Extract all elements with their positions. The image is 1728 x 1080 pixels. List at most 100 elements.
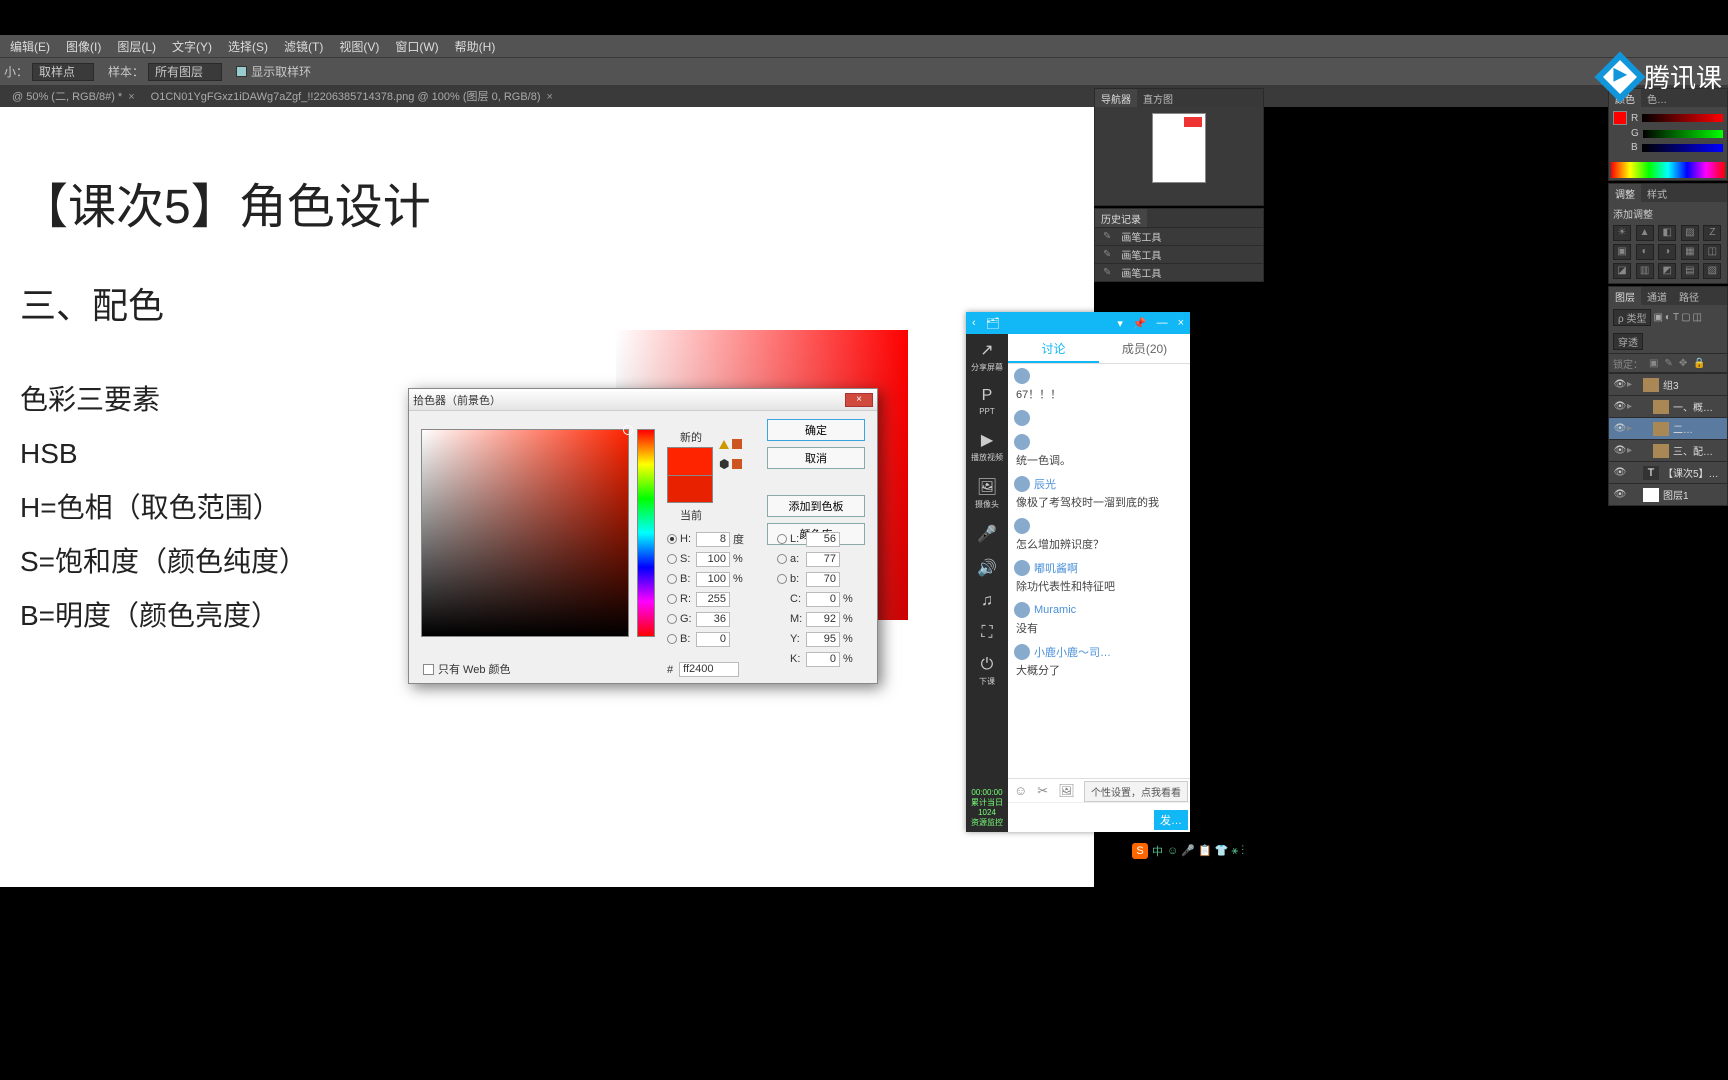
visibility-icon[interactable]: 👁 [1613,423,1627,434]
layer-row[interactable]: 👁▸一、概… [1609,395,1727,417]
b-radio[interactable] [667,574,677,584]
sogou-ime-icon[interactable]: S [1132,843,1148,859]
visibility-icon[interactable]: 👁 [1613,445,1627,456]
b2-radio[interactable] [667,634,677,644]
adjust-icon[interactable]: ◑ [1658,244,1676,260]
scissors-icon[interactable]: ✂ [1037,783,1048,799]
close-icon[interactable]: × [1178,317,1184,329]
menu-window[interactable]: 窗口(W) [387,38,446,55]
visibility-icon[interactable]: 👁 [1613,467,1627,478]
h-radio[interactable] [667,534,677,544]
web-only-checkbox[interactable] [423,664,434,675]
camera-button[interactable]: 🖼摄像头 [975,477,999,510]
fold-icon[interactable]: ▸ [1627,445,1639,456]
blend-mode-dropdown[interactable]: 穿透 [1613,333,1643,350]
b-input[interactable]: 100 [696,572,730,587]
adjust-icon[interactable]: ▨ [1681,225,1699,241]
history-tab[interactable]: 历史记录 [1095,209,1147,227]
music-button[interactable]: ♫ [981,592,993,610]
adjust-icon[interactable]: ▦ [1681,244,1699,260]
chat-input-area[interactable]: 个性设置，点我看看 发… [1008,802,1190,832]
discuss-tab[interactable]: 讨论 [1008,334,1099,363]
fullscreen-button[interactable]: ⛶ [981,624,992,642]
image-icon[interactable]: 🖼 [1058,783,1075,799]
visibility-icon[interactable]: 👁 [1613,379,1627,390]
k-input[interactable]: 0 [806,652,840,667]
history-item[interactable]: 画笔工具 [1095,227,1263,245]
share-screen-button[interactable]: ↗分享屏幕 [971,340,1003,373]
fold-icon[interactable]: ▸ [1627,401,1639,412]
chat-messages[interactable]: 67！！！统一色调。辰光像极了考驾校时一溜到底的我 怎么增加辨识度？嘟叽酱啊除功… [1008,364,1190,778]
fold-icon[interactable]: ▸ [1627,379,1639,390]
emoji-icon[interactable]: ☺ [1014,783,1027,798]
layer-row[interactable]: 👁▸二… [1609,417,1727,439]
fold-icon[interactable]: ▸ [1627,423,1639,434]
current-color-swatch[interactable] [667,475,713,503]
b3-radio[interactable] [777,574,787,584]
g-slider[interactable] [1643,130,1723,138]
hue-slider[interactable] [637,429,655,637]
h-input[interactable]: 8 [696,532,730,547]
b2-input[interactable]: 0 [696,632,730,647]
ime-lang[interactable]: 中 [1152,843,1163,859]
history-item[interactable]: 画笔工具 [1095,263,1263,281]
document-tab[interactable]: @ 50% (二, RGB/8#) *× [4,88,143,104]
adjust-tab[interactable]: 调整 [1609,184,1641,202]
layer-row[interactable]: 👁▸组3 [1609,373,1727,395]
tray-icons[interactable]: ☺ 🎤 📋 👕 ⚹ ⋮ [1167,844,1244,858]
filter-pixel-icon[interactable]: ▣ [1653,312,1662,323]
gamut-swatch[interactable] [732,439,742,449]
settings-tip[interactable]: 个性设置，点我看看 [1084,781,1188,802]
visibility-icon[interactable]: 👁 [1613,401,1627,412]
cancel-button[interactable]: 取消 [767,447,865,469]
adjust-icon[interactable]: ◪ [1613,263,1631,279]
menu-type[interactable]: 文字(Y) [164,38,220,55]
sample-size-dropdown[interactable]: 取样点 [32,63,94,81]
paths-tab[interactable]: 路径 [1673,287,1705,305]
layer-row[interactable]: 👁图层1 [1609,483,1727,505]
adjust-icon[interactable]: ▣ [1613,244,1631,260]
a-radio[interactable] [777,554,787,564]
history-item[interactable]: 画笔工具 [1095,245,1263,263]
ppt-button[interactable]: PPPT [979,387,995,416]
pin-icon[interactable]: 📌 [1133,317,1147,330]
lock-pos-icon[interactable]: ✥ [1679,358,1687,369]
filter-adjust-icon[interactable]: ◐ [1665,312,1671,323]
end-class-button[interactable]: ⏻下课 [979,656,995,687]
menu-filter[interactable]: 滤镜(T) [276,38,331,55]
tab-close-icon[interactable]: × [547,91,553,103]
navigator-thumbnail[interactable] [1095,107,1263,205]
adjust-icon[interactable]: ◐ [1636,244,1654,260]
filter-shape-icon[interactable]: ▢ [1681,312,1690,323]
lock-all-icon[interactable]: 🔒 [1693,358,1705,369]
visibility-icon[interactable]: 👁 [1613,489,1627,500]
spectrum-ramp[interactable] [1611,162,1725,178]
menu-view[interactable]: 视图(V) [331,38,387,55]
gamut-warning-icon[interactable] [719,440,729,449]
m-input[interactable]: 92 [806,612,840,627]
adjust-icon[interactable]: ◧ [1658,225,1676,241]
sample-dropdown[interactable]: 所有图层 [148,63,222,81]
play-video-button[interactable]: ▶播放视频 [971,430,1003,463]
ok-button[interactable]: 确定 [767,419,865,441]
menu-edit[interactable]: 编辑(E) [2,38,58,55]
s-input[interactable]: 100 [696,552,730,567]
members-tab[interactable]: 成员(20) [1099,334,1190,363]
add-swatch-button[interactable]: 添加到色板 [767,495,865,517]
lock-pixel-icon[interactable]: ✎ [1664,358,1672,369]
hex-input[interactable]: ff2400 [679,662,739,677]
lock-trans-icon[interactable]: ▣ [1649,358,1658,369]
y-input[interactable]: 95 [806,632,840,647]
r-input[interactable]: 255 [696,592,730,607]
menu-layer[interactable]: 图层(L) [109,38,164,55]
mic-button[interactable]: 🎤 [977,524,997,544]
saturation-value-field[interactable] [421,429,629,637]
menu-help[interactable]: 帮助(H) [447,38,504,55]
app-icon[interactable]: 🗂 [986,317,1000,330]
back-icon[interactable]: ‹ [972,317,976,329]
g-radio[interactable] [667,614,677,624]
adjust-icon[interactable]: ▲ [1636,225,1654,241]
adjust-icon[interactable]: Z [1703,225,1721,241]
b3-input[interactable]: 70 [806,572,840,587]
adjust-icon[interactable]: ▥ [1636,263,1654,279]
